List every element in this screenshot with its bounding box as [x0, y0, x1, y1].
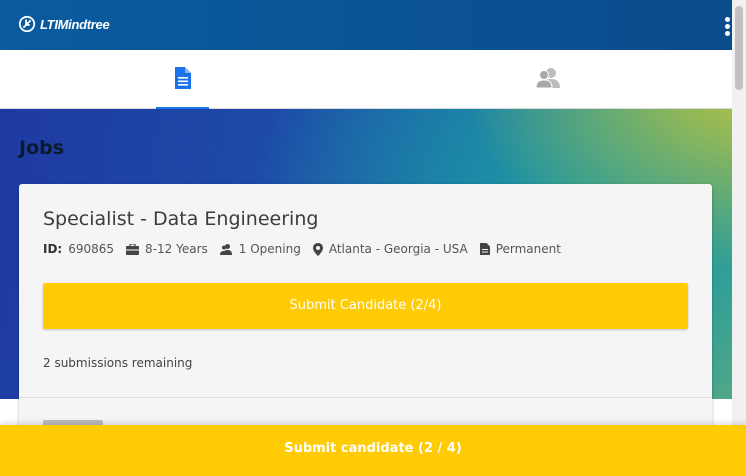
- job-experience-text: 8-12 Years: [145, 242, 208, 256]
- job-location-text: Atlanta - Georgia - USA: [328, 242, 468, 256]
- job-type-text: Permanent: [495, 242, 561, 256]
- job-experience: 8-12 Years: [126, 242, 208, 256]
- briefcase-icon: [126, 243, 140, 255]
- card-divider: [19, 397, 712, 398]
- page-scrollbar[interactable]: [732, 0, 746, 476]
- job-openings: 1 Opening: [219, 242, 301, 256]
- job-id-value: 690865: [68, 242, 115, 256]
- job-type: Permanent: [479, 242, 561, 256]
- submissions-remaining: 2 submissions remaining: [43, 356, 193, 370]
- job-id-label: ID:: [43, 242, 63, 256]
- job-title[interactable]: Specialist - Data Engineering: [43, 208, 318, 230]
- logo[interactable]: LTIMindtree: [18, 15, 110, 33]
- logo-text: LTIMindtree: [40, 16, 110, 32]
- more-menu-icon[interactable]: [725, 17, 731, 37]
- file-icon: [479, 243, 490, 255]
- people-icon: [535, 68, 560, 89]
- top-app-bar: LTIMindtree: [0, 0, 732, 50]
- document-icon: [175, 67, 191, 89]
- scrollbar-thumb[interactable]: [735, 6, 743, 90]
- tab-bar: [0, 50, 732, 110]
- submit-candidate-button[interactable]: Submit Candidate (2/4): [43, 283, 688, 329]
- tab-people[interactable]: [521, 50, 575, 109]
- job-openings-text: 1 Opening: [238, 242, 301, 256]
- users-icon: [219, 244, 232, 255]
- tab-jobs[interactable]: [156, 50, 210, 110]
- job-id: ID: 690865: [43, 242, 114, 256]
- job-location: Atlanta - Georgia - USA: [312, 242, 468, 256]
- logo-mark-icon: [18, 15, 36, 33]
- location-pin-icon: [312, 242, 323, 256]
- page-title: Jobs: [19, 137, 65, 159]
- bottom-submit-bar[interactable]: Submit candidate (2 / 4): [0, 425, 746, 476]
- job-meta: ID: 690865 8-12 Years 1 Opening Atlanta …: [43, 242, 573, 256]
